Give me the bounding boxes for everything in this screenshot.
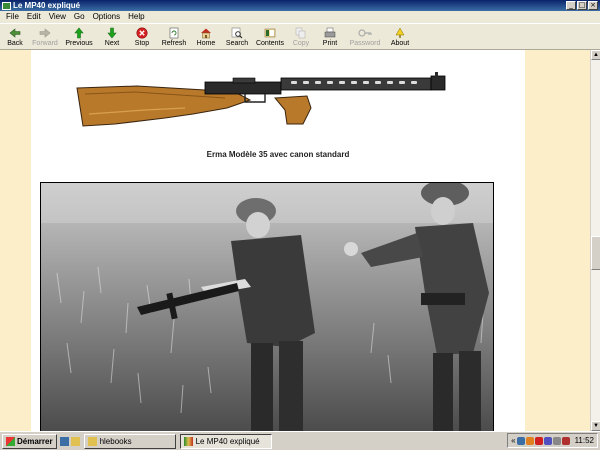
key-icon [358, 26, 372, 39]
windows-logo-icon [6, 436, 15, 446]
antivirus-icon[interactable] [525, 436, 534, 445]
maximize-button[interactable]: □ [577, 1, 587, 10]
page-content: Erma Modèle 35 avec canon standard [31, 50, 525, 431]
content-viewport[interactable]: Erma Modèle 35 avec canon standard [0, 50, 590, 431]
next-button[interactable]: Next [98, 24, 126, 48]
forward-arrow-icon [38, 26, 52, 39]
copy-button[interactable]: Copy [288, 24, 314, 48]
menu-help[interactable]: Help [124, 11, 148, 23]
clock[interactable]: 11:52 [575, 436, 594, 445]
task-mp40[interactable]: Le MP40 expliqué [179, 433, 272, 449]
back-button[interactable]: Back [2, 24, 28, 48]
refresh-icon [167, 26, 181, 39]
task-hlebooks[interactable]: hlebooks [83, 433, 176, 449]
update-icon[interactable] [534, 436, 543, 445]
stop-button[interactable]: Stop [128, 24, 156, 48]
start-button[interactable]: Démarrer [2, 433, 57, 449]
security-icon[interactable] [561, 436, 570, 445]
scroll-down-button[interactable]: ▼ [591, 421, 600, 431]
search-icon [230, 26, 244, 39]
print-button[interactable]: Print [316, 24, 344, 48]
contents-icon [263, 26, 277, 39]
menu-options[interactable]: Options [89, 11, 125, 23]
next-arrow-icon [105, 26, 119, 39]
about-button[interactable]: About [386, 24, 414, 48]
stop-icon [135, 26, 149, 39]
vertical-scrollbar[interactable]: ▲ ▼ [590, 50, 600, 431]
password-button[interactable]: Password [346, 24, 384, 48]
tray-expand-icon[interactable]: « [511, 436, 515, 445]
explorer-icon[interactable] [70, 436, 80, 446]
menu-go[interactable]: Go [70, 11, 89, 23]
app-icon [2, 1, 11, 10]
taskbar: Démarrer hlebooks Le MP40 expliqué « 11:… [0, 431, 600, 450]
volume-icon[interactable] [552, 436, 561, 445]
start-label: Démarrer [17, 436, 53, 446]
previous-arrow-icon [72, 26, 86, 39]
quick-launch [59, 436, 80, 446]
ebook-icon [183, 436, 193, 446]
system-tray: « 11:52 [507, 433, 598, 448]
task-label: Le MP40 expliqué [195, 436, 260, 446]
menu-file[interactable]: File [2, 11, 23, 23]
window-title: Le MP40 expliqué [13, 1, 81, 10]
refresh-button[interactable]: Refresh [158, 24, 190, 48]
image-caption: Erma Modèle 35 avec canon standard [206, 150, 350, 159]
folder-icon [87, 436, 97, 446]
network-icon[interactable] [516, 436, 525, 445]
scroll-up-button[interactable]: ▲ [591, 50, 600, 60]
forward-button[interactable]: Forward [30, 24, 60, 48]
contents-button[interactable]: Contents [254, 24, 286, 48]
menu-view[interactable]: View [45, 11, 70, 23]
search-button[interactable]: Search [222, 24, 252, 48]
display-icon[interactable] [543, 436, 552, 445]
home-button[interactable]: Home [192, 24, 220, 48]
scroll-thumb[interactable] [591, 236, 600, 270]
print-icon [323, 26, 337, 39]
about-icon [393, 26, 407, 39]
toolbar: Back Forward Previous Next Stop Refresh [0, 23, 600, 50]
back-arrow-icon [8, 26, 22, 39]
soldiers-photo [40, 182, 494, 431]
smg-illustration [76, 72, 446, 127]
close-button[interactable]: × [588, 1, 598, 10]
task-label: hlebooks [99, 436, 132, 446]
desktop-icon[interactable] [59, 436, 69, 446]
menu-bar: File Edit View Go Options Help [0, 11, 600, 23]
home-icon [199, 26, 213, 39]
minimize-button[interactable]: _ [566, 1, 576, 10]
title-bar[interactable]: Le MP40 expliqué _ □ × [0, 0, 600, 11]
previous-button[interactable]: Previous [62, 24, 96, 48]
copy-icon [294, 26, 308, 39]
menu-edit[interactable]: Edit [23, 11, 45, 23]
